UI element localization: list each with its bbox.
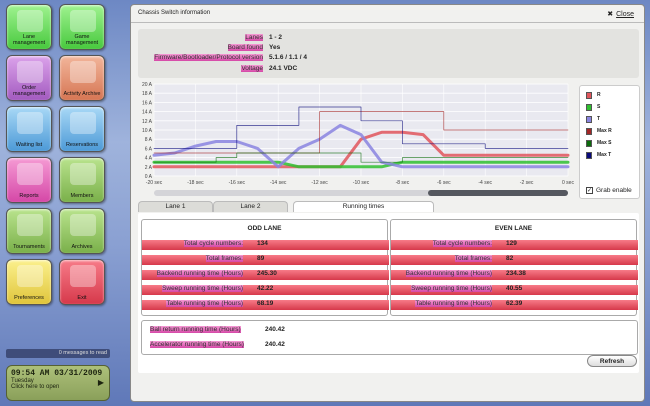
current-chart: 0 A2 A4 A6 A8 A10 A12 A14 A16 A18 A20 A-… [142, 82, 574, 196]
x-tick-label: -8 sec [396, 180, 410, 186]
even-lane-title: EVEN LANE [494, 225, 533, 232]
grab-enable-checkbox[interactable]: ✓ Grab enable [586, 187, 632, 194]
info-key: Voltage [241, 65, 263, 72]
info-value: 5.1.6 / 1.1 / 4 [269, 54, 307, 61]
x-tick-label: -6 sec [437, 180, 451, 186]
y-tick-label: 16 A [142, 100, 153, 106]
x-tick-label: 0 sec [562, 180, 574, 186]
preferences-button[interactable]: Preferences [6, 259, 52, 305]
info-key: Board found [227, 44, 263, 51]
x-tick-label: -20 sec [146, 180, 163, 186]
y-tick-label: 6 A [145, 146, 153, 152]
x-tick-label: -10 sec [353, 180, 370, 186]
legend-swatch [586, 92, 592, 99]
close-icon: ✖ [607, 11, 614, 18]
odd-lane-box: ODD LANE Total cycle numbers: 134 Total f… [141, 219, 389, 316]
clock-hint: Click here to open [11, 384, 60, 390]
archives-button[interactable]: Archives [59, 208, 105, 254]
y-tick-label: 2 A [145, 165, 153, 171]
tournaments-icon [17, 214, 43, 236]
order-management-button[interactable]: Order management [6, 55, 52, 101]
game-icon [70, 10, 96, 32]
x-tick-label: -18 sec [187, 180, 204, 186]
exit-icon [70, 265, 96, 287]
members-button[interactable]: Members [59, 157, 105, 203]
y-tick-label: 14 A [142, 110, 153, 116]
messages-bar[interactable]: 0 messages to read [6, 349, 110, 358]
gear-icon [17, 265, 43, 287]
archive-icon [70, 61, 96, 83]
info-key: Lanes [245, 34, 263, 41]
chart-legend: R S T Max R Max S Max T ✓ Grab enable [579, 85, 640, 199]
clock-time: 09:54 AM 03/31/2009 [11, 369, 103, 378]
y-tick-label: 12 A [142, 119, 153, 125]
order-icon [17, 61, 43, 83]
legend-swatch [586, 104, 592, 111]
game-management-button[interactable]: Game management [59, 4, 105, 50]
y-tick-label: 18 A [142, 91, 153, 97]
odd-lane-title: ODD LANE [247, 225, 282, 232]
even-lane-box: EVEN LANE Total cycle numbers: 129 Total … [390, 219, 638, 316]
activity-archive-button[interactable]: Activity Archive [59, 55, 105, 101]
legend-swatch [586, 128, 592, 135]
legend-swatch [586, 152, 592, 159]
running-times-panel: ODD LANE Total cycle numbers: 134 Total f… [138, 213, 639, 373]
legend-swatch [586, 116, 592, 123]
tournaments-button[interactable]: Tournaments [6, 208, 52, 254]
reports-icon [17, 163, 43, 185]
x-tick-label: -14 sec [270, 180, 287, 186]
clock-widget[interactable]: 09:54 AM 03/31/2009 Tuesday Click here t… [6, 365, 110, 401]
lane-management-button[interactable]: Lane management [6, 4, 52, 50]
info-value: 1 - 2 [269, 34, 283, 41]
x-tick-label: -12 sec [311, 180, 328, 186]
board-info: Lanes 1 - 2 Board found Yes Firmware/Bootl… [138, 29, 639, 78]
tab-lane-2[interactable]: Lane 2 [213, 201, 288, 212]
checkmark-icon: ✓ [586, 187, 593, 194]
y-tick-label: 10 A [142, 128, 153, 134]
info-value: 24.1 VDC [269, 65, 298, 72]
exit-button[interactable]: Exit [59, 259, 105, 305]
tab-lane-1[interactable]: Lane 1 [138, 201, 213, 212]
reservations-button[interactable]: Reservations [59, 106, 105, 152]
waiting-list-button[interactable]: Waiting list [6, 106, 52, 152]
reservations-icon [70, 112, 96, 134]
shared-times-box: Ball return running time (Hours) 240.42 A… [141, 320, 638, 355]
y-tick-label: 20 A [142, 82, 153, 88]
reports-button[interactable]: Reports [6, 157, 52, 203]
tab-bar: Lane 1 Lane 2 Running times [138, 201, 639, 213]
x-tick-label: -2 sec [520, 180, 534, 186]
lane-icon [17, 10, 43, 32]
x-tick-label: -16 sec [229, 180, 246, 186]
scrollbar-thumb[interactable] [428, 190, 568, 196]
info-value: Yes [269, 44, 281, 51]
legend-swatch [586, 140, 592, 147]
y-tick-label: 8 A [145, 137, 153, 143]
play-arrow-icon: ▶ [97, 378, 104, 387]
info-key: Firmware/Bootloader/Protocol version [154, 54, 263, 61]
chassis-switch-window: Chassis Switch information ✖ Close Lanes 1… [130, 4, 645, 402]
refresh-button[interactable]: Refresh [587, 355, 637, 367]
close-button[interactable]: ✖ Close [607, 10, 634, 18]
tab-running-times[interactable]: Running times [293, 201, 434, 212]
members-icon [70, 163, 96, 185]
archives-icon [70, 214, 96, 236]
waiting-icon [17, 112, 43, 134]
y-tick-label: 4 A [145, 156, 153, 162]
x-tick-label: -4 sec [478, 180, 492, 186]
window-title: Chassis Switch information [131, 5, 644, 23]
